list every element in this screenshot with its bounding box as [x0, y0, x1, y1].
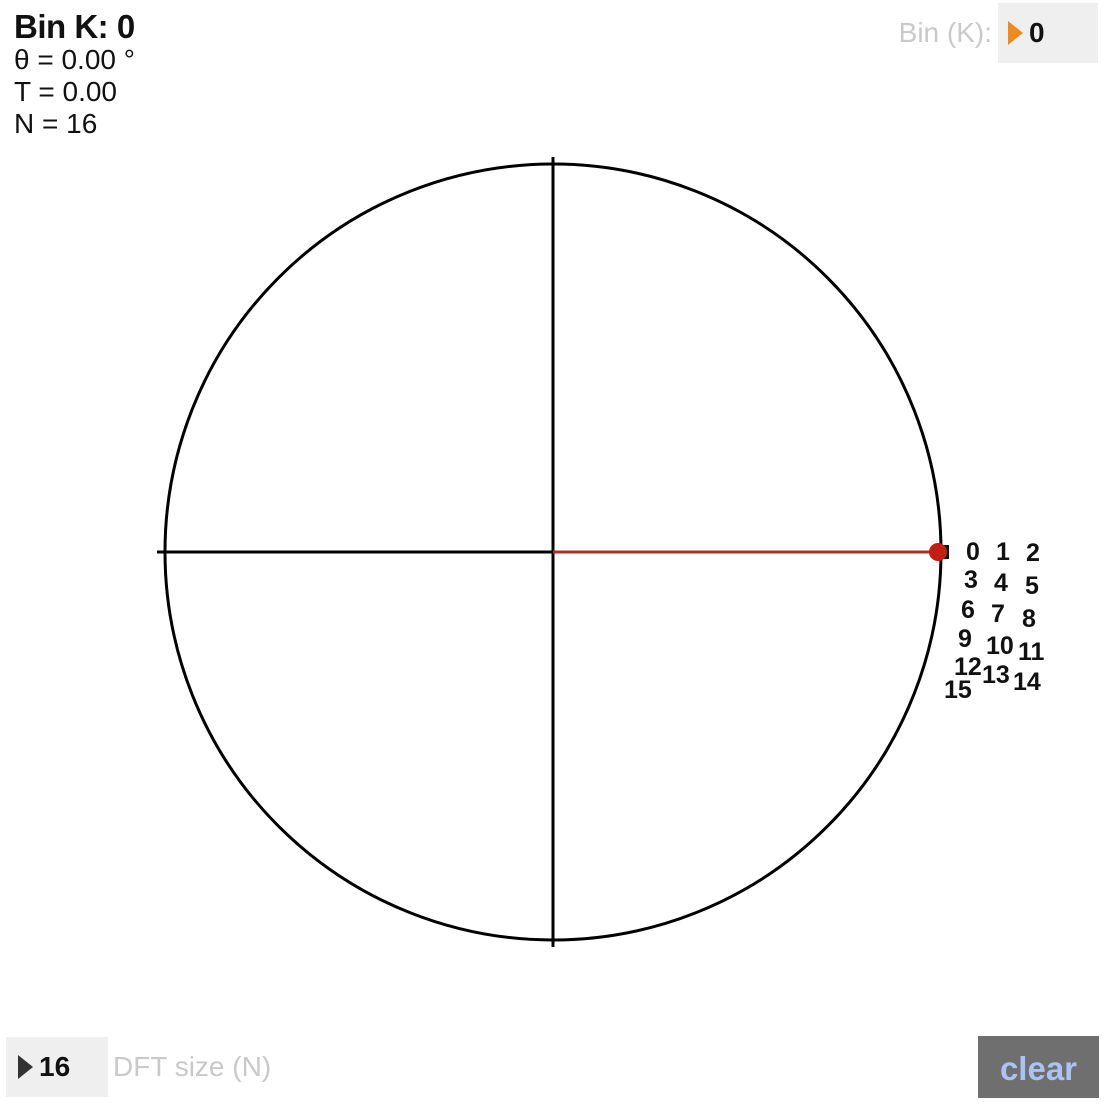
n-control: 16 DFT size (N) — [6, 1037, 271, 1097]
bin-number-label: 9 — [958, 625, 972, 653]
bin-number-label: 4 — [994, 569, 1008, 597]
clear-button[interactable]: clear — [978, 1036, 1099, 1098]
n-value[interactable]: 16 — [39, 1051, 70, 1083]
bin-number-label: 6 — [961, 596, 975, 624]
unit-circle-plot: 0 1 2 3 4 5 6 7 8 9 10 11 12 13 14 15 — [157, 157, 1045, 947]
bin-number-label: 11 — [1018, 638, 1045, 666]
bin-number-label: 2 — [1026, 539, 1040, 567]
bin-number-label: 15 — [944, 676, 972, 704]
play-arrow-icon[interactable] — [18, 1055, 33, 1079]
bin-number-label: 13 — [982, 661, 1010, 689]
n-stepper[interactable]: 16 — [6, 1037, 108, 1097]
bin-number-label: 3 — [964, 566, 978, 594]
bin-number-label: 10 — [986, 632, 1014, 660]
bin-number-label: 0 — [966, 538, 980, 566]
bin-number-label: 8 — [1022, 605, 1036, 633]
bin-number-label: 7 — [991, 600, 1005, 628]
dft-size-label: DFT size (N) — [113, 1051, 272, 1082]
bin-number-label: 1 — [996, 538, 1010, 566]
bin-number-label: 5 — [1025, 572, 1039, 600]
bin-number-label: 14 — [1013, 668, 1041, 696]
phase-point[interactable] — [929, 543, 947, 561]
